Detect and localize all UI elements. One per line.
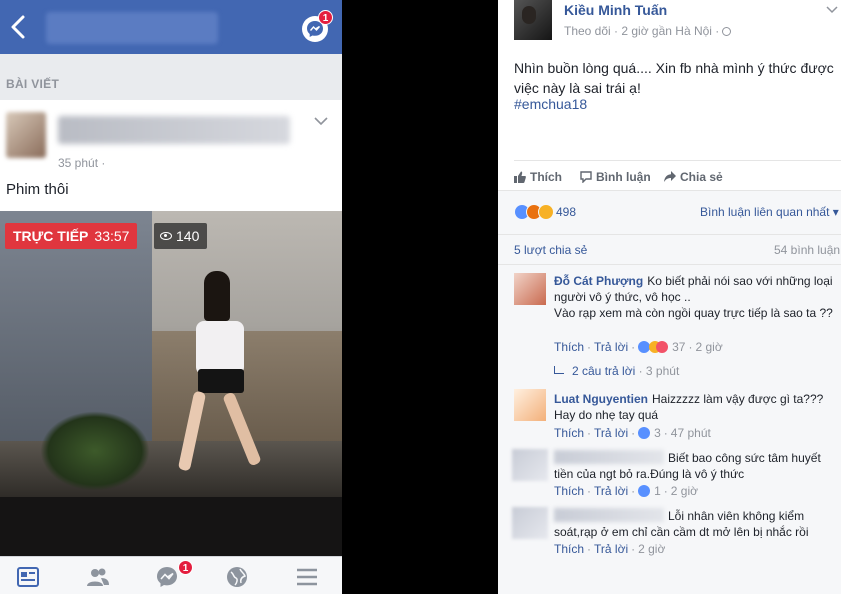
comment-time: 2 giờ [638,542,666,556]
comment-like-link[interactable]: Thích [554,542,584,556]
commenter-avatar[interactable] [514,389,546,421]
comment-reply-link[interactable]: Trả lời [594,426,628,440]
comment-actions: Thích · Trả lời · 3 · 47 phút [554,426,711,440]
comment-label: Bình luận [596,170,651,184]
news-feed-icon[interactable] [16,565,40,589]
comment-icon [580,171,592,183]
post-text: Phim thôi [6,181,69,198]
share-button[interactable]: Chia sẻ [664,168,723,186]
comment-like-link[interactable]: Thích [554,484,584,498]
comment-count: 54 bình luận [774,243,841,257]
comment-actions: Thích · Trả lời · 37 · 2 giờ [554,340,723,354]
menu-icon[interactable] [295,565,319,589]
mobile-screenshot: 1 BÀI VIẾT 35 phút · Phim thôi TRỰC TIẾP… [0,0,342,594]
follow-link[interactable]: Theo dõi [564,24,611,38]
author-avatar[interactable] [6,112,46,158]
comment-time: 47 phút [670,426,711,440]
blurred-page-title [46,12,218,44]
video-plant [40,411,150,491]
video-person-hair [204,271,230,321]
hashtag-link[interactable]: #emchua18 [514,96,587,112]
like-reaction-icon [638,427,651,439]
page-name[interactable]: Kiều Minh Tuấn [564,2,667,18]
comment-like-link[interactable]: Thích [554,426,584,440]
reaction-count[interactable]: 498 [556,205,576,219]
comment: Luat Nguyentien Haizzzzz làm vậy được gì … [554,391,834,423]
chevron-down-icon[interactable] [826,6,838,14]
replies-count[interactable]: 2 câu trả lời [572,364,635,378]
comment-reply-link[interactable]: Trả lời [594,340,628,354]
like-reaction-icon [638,485,651,497]
live-duration: 33:57 [94,228,130,244]
live-badge: TRỰC TIẾP 33:57 [5,223,138,249]
viewer-count-badge: 140 [154,223,208,249]
chevron-down-icon[interactable] [314,116,328,126]
post-time-location: · 2 giờ gần Hà Nội · [610,24,720,38]
comment: Đỗ Cát Phượng Ko biết phải nói sao với nh… [554,273,834,321]
shares-bar: 5 lượt chia sẻ 54 bình luận [498,234,841,264]
section-label: BÀI VIẾT [6,77,60,91]
blurred-comment-author[interactable] [554,450,664,464]
commenter-avatar[interactable] [514,273,546,305]
messenger-tab-icon[interactable] [155,565,179,589]
mobile-tab-bar: 1 [0,556,342,594]
love-reaction-icon [656,341,669,353]
comment: Biết bao công sức tâm huyết tiền của ngt… [554,450,834,482]
comment-reply-link[interactable]: Trả lời [594,542,628,556]
comment-like-link[interactable]: Thích [554,340,584,354]
comment-reaction-count: 1 [654,484,661,498]
video-person-shorts [198,369,244,393]
video-person-shirt [196,321,244,375]
comment-button[interactable]: Bình luận [580,168,651,186]
divider [514,160,841,161]
eye-icon [160,232,172,240]
share-icon [664,171,676,182]
post-timestamp: 35 phút · [58,156,106,170]
status-text: Nhìn buồn lòng quá.... Xin fb nhà mình ý… [514,60,834,96]
comment-reply-link[interactable]: Trả lời [594,484,628,498]
friends-icon[interactable] [86,565,110,589]
comment-actions: Thích · Trả lời · 1 · 2 giờ [554,484,699,498]
comment-time: 2 giờ [695,340,723,354]
reply-arrow-icon [554,366,564,374]
thumbs-up-icon [514,171,526,183]
comment-list: Đỗ Cát Phượng Ko biết phải nói sao với nh… [498,264,841,594]
public-globe-icon [722,27,732,36]
blurred-comment-author[interactable] [554,508,664,522]
live-video[interactable]: TRỰC TIẾP 33:57 140 [0,211,342,594]
blurred-author-name [58,116,290,144]
post-meta: Theo dõi · 2 giờ gần Hà Nội · [564,24,732,38]
comment: Lỗi nhân viên không kiểm soát,rạp ở em c… [554,508,834,540]
comment-author[interactable]: Đỗ Cát Phượng [554,274,643,288]
like-label: Thích [530,170,562,184]
replies-time: · 3 phút [638,364,680,378]
blurred-commenter-avatar[interactable] [512,507,548,539]
view-replies-link[interactable]: 2 câu trả lời · 3 phút [554,364,679,378]
sad-reaction-icon [538,204,554,220]
desktop-post: Kiều Minh Tuấn Theo dõi · 2 giờ gần Hà N… [498,0,841,594]
notification-badge: 1 [318,10,333,25]
comment-author[interactable]: Luat Nguyentien [554,392,648,406]
comment-time: 2 giờ [670,484,699,498]
reactions-bar: 498 Bình luận liên quan nhất ▾ [498,190,841,234]
messenger-badge: 1 [178,560,193,575]
mobile-top-bar: 1 [0,0,342,54]
live-label: TRỰC TIẾP [13,228,89,244]
back-arrow-icon[interactable] [8,14,28,40]
blurred-commenter-avatar[interactable] [512,449,548,481]
comment-reaction-count: 37 [672,340,686,354]
share-label: Chia sẻ [680,170,723,184]
comment-actions: Thích · Trả lời · 2 giờ [554,542,666,556]
page-avatar[interactable] [514,0,552,40]
comment-sort-dropdown[interactable]: Bình luận liên quan nhất ▾ [700,205,839,219]
post-card: 35 phút · Phim thôi TRỰC TIẾP 33:57 140 [0,100,342,594]
viewer-count: 140 [176,228,200,244]
share-count[interactable]: 5 lượt chia sẻ [514,243,587,257]
globe-icon[interactable] [225,565,249,589]
comment-reaction-count: 3 [654,426,661,440]
like-button[interactable]: Thích [514,168,562,186]
